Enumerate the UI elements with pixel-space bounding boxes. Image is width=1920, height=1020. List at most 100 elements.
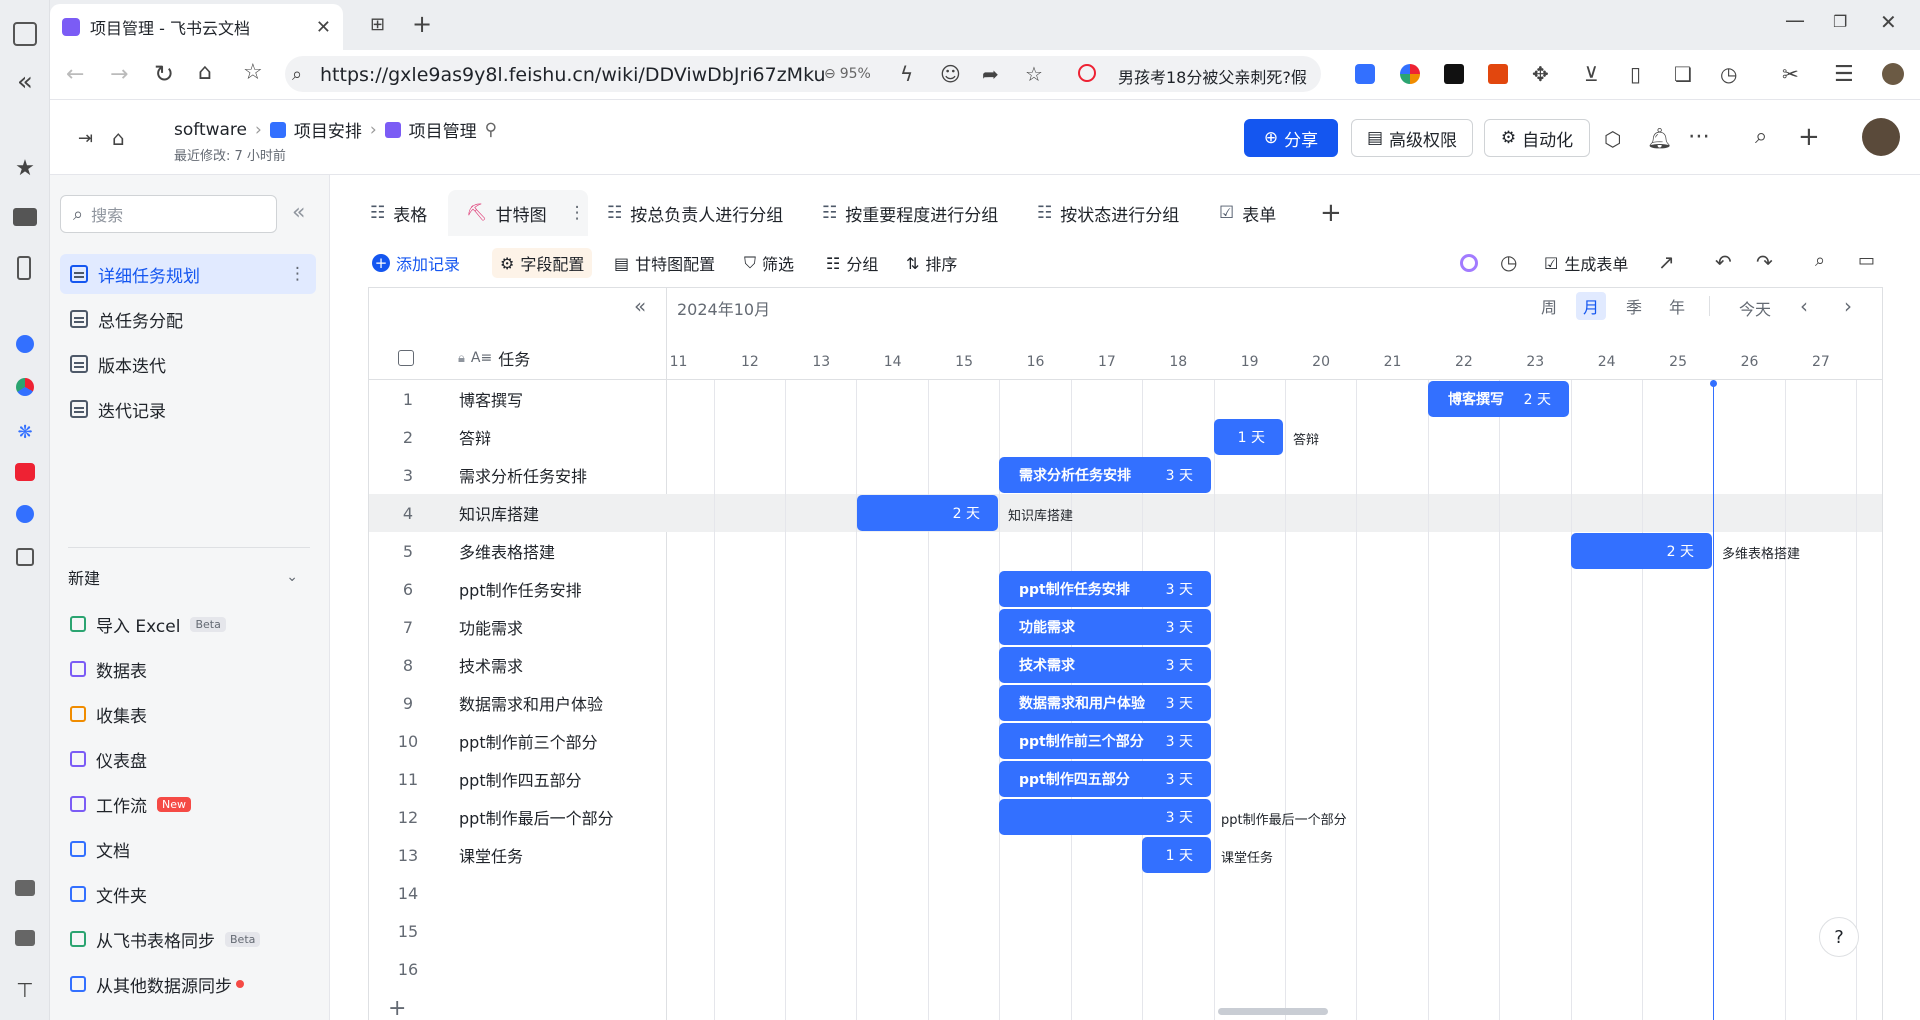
table-row[interactable]: 14: [369, 874, 665, 912]
timescale-option[interactable]: 季: [1619, 292, 1649, 320]
table-row[interactable]: 12 ppt制作最后一个部分: [369, 798, 665, 836]
page-title[interactable]: 项目管理: [409, 117, 477, 142]
pdf-extension-icon[interactable]: [1488, 64, 1508, 84]
group-button[interactable]: ☷ 分组: [826, 248, 878, 278]
generate-form-button[interactable]: ☑ 生成表单: [1544, 248, 1628, 278]
pen-extension-icon[interactable]: [1444, 64, 1464, 84]
gantt-bar[interactable]: ppt制作任务安排 3 天: [999, 571, 1211, 607]
task-name[interactable]: ppt制作前三个部分: [459, 729, 598, 753]
home-icon[interactable]: ⌂: [198, 60, 212, 85]
url-text[interactable]: https://gxle9as9y8l.feishu.cn/wiki/DDViw…: [320, 64, 826, 86]
plus-box-icon[interactable]: [16, 548, 34, 566]
gantt-bar[interactable]: 1 天: [1142, 837, 1211, 873]
collapse-table-icon[interactable]: «: [634, 294, 646, 318]
timescale-option[interactable]: 月: [1576, 292, 1606, 320]
red-app-icon[interactable]: [15, 463, 35, 481]
home-doc-icon[interactable]: ⌂: [112, 126, 125, 150]
restore-icon[interactable]: ❐: [1833, 12, 1847, 31]
outline-toggle-icon[interactable]: ⇥: [78, 128, 93, 149]
more-icon[interactable]: ⋯: [1688, 124, 1710, 149]
profile-avatar[interactable]: [1882, 63, 1904, 85]
advanced-permission-button[interactable]: ▤ 高级权限: [1351, 119, 1473, 157]
view-tab[interactable]: ☑ 表单: [1219, 190, 1276, 236]
plugin-icon[interactable]: ⬡: [1604, 127, 1621, 151]
search-records-icon[interactable]: ⌕: [1815, 250, 1825, 271]
new-section-header[interactable]: 新建 ⌄: [68, 565, 298, 589]
task-name[interactable]: ppt制作四五部分: [459, 767, 582, 791]
gantt-bar[interactable]: 3 天: [999, 799, 1211, 835]
user-avatar[interactable]: [1862, 118, 1900, 156]
sidebar-new-item[interactable]: 仪表盘: [60, 739, 316, 779]
scissors-icon[interactable]: ✂: [1782, 62, 1799, 86]
task-name[interactable]: 技术需求: [459, 653, 523, 677]
create-icon[interactable]: +: [1798, 122, 1820, 152]
sort-button[interactable]: ⇅ 排序: [906, 248, 957, 278]
sidebar-item-task-assign[interactable]: 总任务分配: [60, 299, 316, 339]
settings-folder-icon[interactable]: [15, 880, 35, 896]
star-icon[interactable]: ★: [13, 156, 37, 181]
table-row[interactable]: 11 ppt制作四五部分: [369, 760, 665, 798]
close-window-icon[interactable]: ✕: [1880, 10, 1897, 34]
view-tab[interactable]: ☷ 按状态进行分组: [1037, 190, 1179, 236]
back-icon[interactable]: ←: [66, 62, 84, 87]
lightning-icon[interactable]: ϟ: [900, 62, 913, 86]
sogou-icon[interactable]: [1078, 64, 1096, 82]
browser-tab[interactable]: 项目管理 - 飞书云文档 ✕: [50, 4, 343, 50]
ai-icon[interactable]: [1460, 254, 1478, 272]
task-name[interactable]: 需求分析任务安排: [459, 463, 587, 487]
task-name[interactable]: ppt制作最后一个部分: [459, 805, 614, 829]
table-row[interactable]: 3 需求分析任务安排: [369, 456, 665, 494]
gantt-bar[interactable]: 技术需求 3 天: [999, 647, 1211, 683]
history-icon[interactable]: ◷: [1500, 250, 1517, 274]
sidebar-new-item[interactable]: 导入 Excel Beta: [60, 604, 316, 644]
undo-icon[interactable]: ↶: [1715, 250, 1732, 274]
timescale-option[interactable]: 周: [1534, 292, 1564, 320]
gantt-bar[interactable]: 1 天: [1214, 419, 1283, 455]
gantt-bar[interactable]: 需求分析任务安排 3 天: [999, 457, 1211, 493]
news-ticker[interactable]: 男孩考18分被父亲刺死?假: [1118, 64, 1307, 88]
item-more-icon[interactable]: ⋮: [289, 264, 306, 284]
breadcrumb-item[interactable]: 项目安排: [294, 117, 362, 142]
table-row[interactable]: 8 技术需求: [369, 646, 665, 684]
share-button[interactable]: ⊕ 分享: [1244, 119, 1338, 157]
table-row[interactable]: 4 知识库搭建: [369, 494, 665, 532]
phone-icon[interactable]: [17, 256, 31, 280]
task-name[interactable]: 博客撰写: [459, 387, 523, 411]
briefcase-icon[interactable]: [15, 930, 35, 946]
share-arrow-icon[interactable]: ➦: [982, 62, 999, 86]
ai-assistant-icon[interactable]: [1400, 64, 1420, 84]
filter-button[interactable]: ⛉ 筛选: [744, 248, 794, 278]
task-name[interactable]: 功能需求: [459, 615, 523, 639]
gantt-bar[interactable]: 功能需求 3 天: [999, 609, 1211, 645]
add-view-icon[interactable]: +: [1320, 198, 1342, 228]
sidebar-search[interactable]: ⌕ 搜索: [60, 195, 277, 233]
view-tab[interactable]: ☷ 按总负责人进行分组: [607, 190, 783, 236]
task-name[interactable]: ppt制作任务安排: [459, 577, 582, 601]
bell-icon[interactable]: 🔔︎: [1647, 126, 1672, 150]
gantt-bar[interactable]: 数据需求和用户体验 3 天: [999, 685, 1211, 721]
table-row[interactable]: 15: [369, 912, 665, 950]
table-row[interactable]: 1 博客撰写: [369, 380, 665, 418]
redo-icon[interactable]: ↷: [1756, 250, 1773, 274]
table-row[interactable]: 9 数据需求和用户体验: [369, 684, 665, 722]
sidebar-new-item[interactable]: 工作流 New: [60, 784, 316, 824]
forward-icon[interactable]: →: [110, 62, 128, 87]
sidebar-new-item[interactable]: 文件夹: [60, 874, 316, 914]
add-record-button[interactable]: + 添加记录: [372, 248, 460, 278]
breadcrumb-item[interactable]: software: [174, 120, 247, 140]
gantt-bar[interactable]: 2 天: [1571, 533, 1712, 569]
bookmark-star-icon[interactable]: ☆: [243, 60, 263, 85]
today-button[interactable]: 今天: [1739, 296, 1771, 320]
sidebar-new-item[interactable]: 收集表: [60, 694, 316, 734]
download-icon[interactable]: ⊻: [1584, 62, 1599, 86]
view-tab[interactable]: ☷ 按重要程度进行分组: [822, 190, 998, 236]
sidebar-new-item[interactable]: 从其他数据源同步: [60, 964, 316, 1004]
gantt-bar[interactable]: 博客撰写 2 天: [1428, 381, 1569, 417]
close-tab-icon[interactable]: ✕: [316, 17, 331, 38]
task-name[interactable]: 知识库搭建: [459, 501, 539, 525]
table-row[interactable]: 10 ppt制作前三个部分: [369, 722, 665, 760]
sidebar-item-detailed-plan[interactable]: 详细任务规划 ⋮: [60, 254, 316, 294]
search-app-icon[interactable]: [16, 335, 34, 353]
add-row-icon[interactable]: +: [388, 996, 406, 1020]
gantt-config-button[interactable]: ▤ 甘特图配置: [614, 248, 715, 278]
